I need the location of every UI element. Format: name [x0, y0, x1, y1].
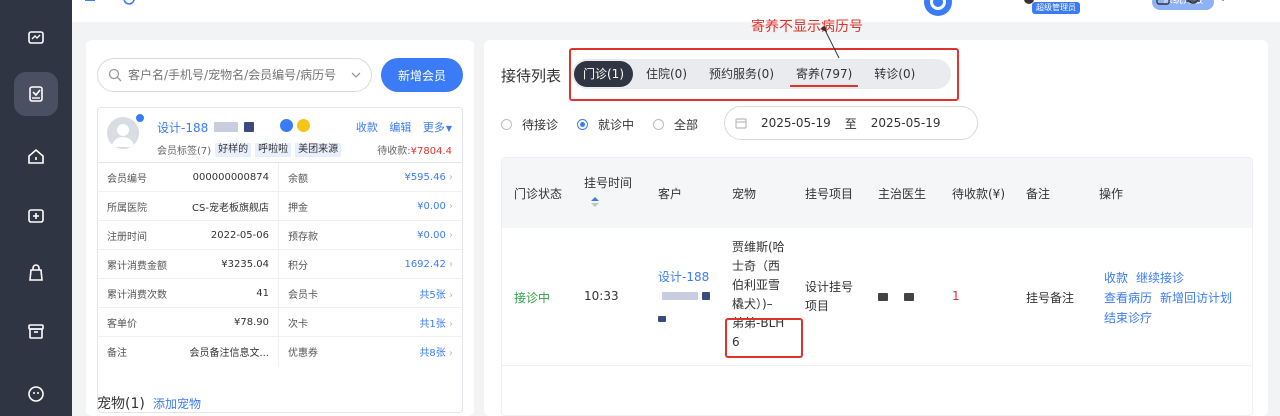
coupon-link[interactable]: 优惠券 共8张	[279, 337, 462, 366]
chevron-down-icon[interactable]	[351, 70, 361, 80]
sidebar-monitor-icon[interactable]	[14, 16, 58, 60]
settings-icon[interactable]	[1215, 0, 1231, 8]
edit-link[interactable]: 编辑	[389, 121, 411, 134]
detail-row: 客单价 ¥78.90 次卡 共1张	[98, 308, 462, 337]
sort-icon[interactable]	[591, 197, 599, 207]
row-status: 接诊中	[514, 291, 551, 305]
radio-in-progress[interactable]: 就诊中	[577, 116, 634, 133]
detail-row: 累计消费金额 ¥3235.04 积分 1692.42	[98, 250, 462, 279]
caret-down-icon: ▼	[445, 124, 452, 133]
sidebar-reception-icon[interactable]	[14, 72, 58, 116]
member-tag: 好样的	[215, 142, 252, 157]
masked-phone	[214, 122, 239, 132]
reception-list-title: 接待列表	[501, 67, 562, 85]
detail-row: 累计消费次数 41 会员卡 共5张	[98, 279, 462, 308]
reception-panel: 接待列表 门诊(1) 住院(0) 预约服务(0) 寄养(797) 转诊(0) 寄…	[484, 19, 1268, 416]
times-card-link[interactable]: 次卡 共1张	[279, 308, 462, 336]
brand-logo-icon	[924, 0, 952, 16]
camera-icon[interactable]	[1155, 0, 1171, 8]
admin-badge: 超级管理员	[1032, 2, 1080, 14]
search-icon	[108, 68, 122, 82]
sidebar-box-icon[interactable]	[14, 309, 58, 353]
col-doctor: 主治医生	[878, 187, 927, 201]
member-tag: 呼啦啦	[255, 142, 292, 157]
row-time: 10:33	[584, 289, 619, 303]
sidebar-pet-icon[interactable]	[14, 372, 58, 416]
sidebar-bag-icon[interactable]	[14, 251, 58, 295]
refresh-icon[interactable]	[122, 0, 136, 8]
member-card-link[interactable]: 会员卡 共5张	[279, 279, 462, 307]
date-range-picker[interactable]: 2025-05-19 至 2025-05-19	[724, 106, 978, 140]
date-from[interactable]: 2025-05-19	[761, 116, 831, 130]
member-header: 设计-188 收款 编辑 更多▼ 会员标签(7) 好样的 呼啦啦 美团来源 待收…	[98, 108, 462, 163]
row-actions: 收款 继续接诊 查看病历 新增回访计划 结束诊疗	[1104, 268, 1244, 328]
collect-payment-action[interactable]: 收款	[1104, 271, 1128, 285]
member-tag: 美团来源	[295, 142, 342, 157]
menu-icon[interactable]	[84, 0, 96, 6]
search-input[interactable]	[128, 68, 343, 82]
view-record-action[interactable]: 查看病历	[1104, 291, 1152, 305]
col-status: 门诊状态	[514, 187, 563, 201]
wechat-link-icon[interactable]	[280, 119, 293, 132]
points-link[interactable]: 积分 1692.42	[279, 250, 462, 278]
member-panel: 新增会员 设计-188 收款 编辑 更多▼ 会员标签(7) 好样的 呼啦啦	[86, 40, 474, 416]
prepaid-link[interactable]: 预存款 ¥0.00	[279, 221, 462, 249]
table-header: 门诊状态 挂号时间 客户 宠物 挂号项目 主治医生 待收款(¥) 备注 操作	[502, 158, 1252, 228]
row-register-item: 设计挂号 项目	[805, 280, 854, 313]
sidebar	[0, 0, 72, 416]
row-customer[interactable]: 设计-188	[658, 268, 728, 325]
bell-icon[interactable]	[1185, 0, 1201, 8]
table-row: 接诊中 10:33 设计-188 贾维斯(哈 士奇（西 伯利亚雪 橇犬）)– 弟…	[502, 228, 1252, 366]
add-followup-action[interactable]: 新增回访计划	[1160, 291, 1232, 305]
col-register-item: 挂号项目	[805, 187, 854, 201]
member-actions: 收款 编辑 更多▼	[348, 119, 452, 135]
end-visit-action[interactable]: 结束诊疗	[1104, 311, 1152, 325]
member-search[interactable]	[97, 58, 372, 92]
date-separator: 至	[844, 116, 857, 131]
dropdown-icon[interactable]	[1022, 0, 1036, 6]
row-note: 挂号备注	[1026, 291, 1075, 305]
vip-icon	[297, 119, 310, 132]
pets-title: 宠物(1)	[97, 396, 145, 412]
logout-icon[interactable]	[1244, 0, 1260, 8]
annotation-arrow	[820, 26, 840, 59]
masked-phone-tail	[243, 122, 254, 132]
detail-row: 备注 会员备注信息文... 优惠券 共8张	[98, 337, 462, 366]
top-bar: 超级管理员 系统升级	[72, 0, 1280, 22]
date-to[interactable]: 2025-05-19	[871, 116, 941, 130]
sidebar-medical-icon[interactable]	[14, 193, 58, 237]
calendar-icon	[735, 118, 747, 129]
medical-record-annotation-box	[725, 318, 803, 358]
detail-row: 注册时间 2022-05-06 预存款 ¥0.00	[98, 221, 462, 250]
col-owed: 待收款(¥)	[952, 187, 1005, 201]
radio-waiting[interactable]: 待接诊	[501, 116, 558, 133]
sidebar-home-icon[interactable]	[14, 134, 58, 178]
col-actions: 操作	[1099, 187, 1124, 201]
collect-payment-link[interactable]: 收款	[356, 121, 378, 134]
status-filter: 待接诊 就诊中 全部	[501, 116, 717, 133]
col-pet: 宠物	[732, 187, 757, 201]
balance-link[interactable]: 余额 ¥595.46	[279, 163, 462, 191]
col-note: 备注	[1026, 187, 1051, 201]
member-details: 会员编号000000000874 余额¥595.46 所属医院CS-宠老板旗舰店…	[98, 163, 462, 366]
col-time[interactable]: 挂号时间	[584, 174, 632, 191]
avatar[interactable]	[107, 117, 139, 149]
add-member-button[interactable]: 新增会员	[381, 58, 463, 92]
row-owed: 1	[952, 289, 960, 303]
radio-all[interactable]: 全部	[653, 116, 698, 133]
owed-amount: 待收款:¥7804.4	[377, 146, 452, 157]
add-pet-link[interactable]: 添加宠物	[153, 395, 201, 412]
member-info-card: 设计-188 收款 编辑 更多▼ 会员标签(7) 好样的 呼啦啦 美团来源 待收…	[97, 107, 463, 413]
continue-visit-action[interactable]: 继续接诊	[1136, 271, 1184, 285]
more-link[interactable]: 更多▼	[423, 121, 452, 134]
member-tags: 会员标签(7) 好样的 呼啦啦 美团来源	[157, 142, 342, 157]
deposit-link[interactable]: 押金 ¥0.00	[279, 192, 462, 220]
avatar-link-badge	[135, 113, 145, 123]
member-name[interactable]: 设计-188	[157, 119, 254, 136]
row-doctor-masked	[878, 290, 914, 304]
detail-row: 所属医院 CS-宠老板旗舰店 押金 ¥0.00	[98, 192, 462, 221]
col-customer: 客户	[658, 187, 683, 201]
reception-table: 门诊状态 挂号时间 客户 宠物 挂号项目 主治医生 待收款(¥) 备注 操作 接…	[501, 157, 1253, 416]
detail-row: 会员编号 000000000874 余额 ¥595.46	[98, 163, 462, 192]
